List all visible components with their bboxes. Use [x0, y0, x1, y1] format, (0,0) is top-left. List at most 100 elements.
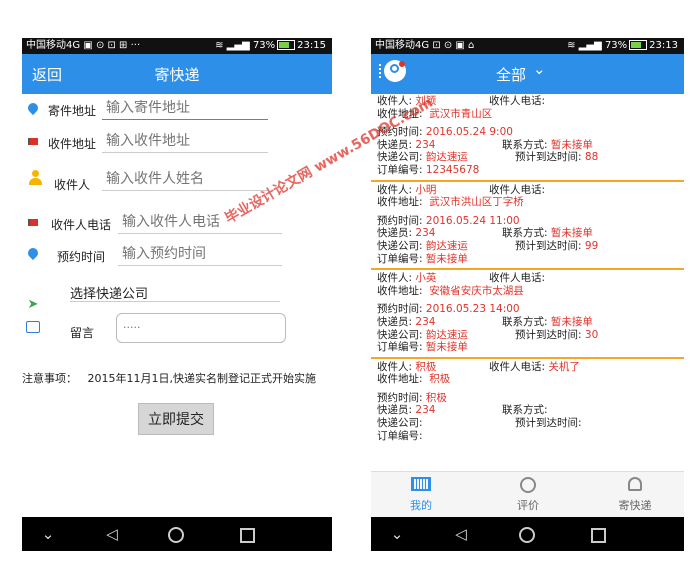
receiver-phone: 关机了 — [548, 360, 580, 373]
carrier-label: 中国移动4G — [26, 40, 81, 51]
eta-label: 预计到达时间: — [515, 417, 582, 430]
order-card[interactable]: 收件人: 小英 收件人电话: 收件地址: 安徽省安庆市太湖县 预约时间: 2016.… — [371, 271, 684, 356]
app-bar: 全部 ⌄ — [371, 54, 684, 94]
tab-label: 我的 — [410, 499, 432, 512]
receiver-name: 小英 — [415, 272, 437, 285]
tab-send-express[interactable]: 寄快递 — [595, 472, 675, 517]
image-icon — [24, 318, 42, 336]
sender-address-input[interactable] — [102, 98, 268, 120]
receiver-name-input[interactable] — [102, 169, 268, 191]
notice-text: 2015年11月1日,快递实名制登记正式开始实施 — [87, 372, 317, 385]
receiver-phone-label: 收件人电话: — [489, 272, 546, 285]
appointment-time-input[interactable] — [118, 244, 282, 266]
appointment-time: 2016.05.24 9:00 — [425, 126, 513, 139]
carrier-label: 中国移动4G — [375, 40, 430, 51]
phone-screen-send-express: 中国移动4G ▣ ⊙ ⊡ ⊞ ··· ≋ ▂▄▆ 73% 23:15 返回 寄快递… — [22, 38, 332, 551]
order-number-label: 订单编号: — [377, 252, 423, 265]
order-number: 暂未接单 — [425, 252, 468, 265]
receiver-label: 收件人: — [377, 272, 413, 285]
chevron-down-icon[interactable]: ⌄ — [533, 60, 546, 78]
barcode-icon — [381, 477, 461, 495]
avatar-icon[interactable] — [384, 60, 406, 82]
flag-icon — [24, 132, 42, 150]
receiver-address-label: 收件地址 — [48, 137, 97, 151]
appointment-label: 预约时间: — [377, 214, 423, 227]
battery-percent: 73% — [252, 40, 276, 51]
back-triangle-icon[interactable]: ◁ — [441, 517, 481, 551]
filter-title[interactable]: 全部 — [496, 64, 526, 85]
receiver-label: 收件人: — [377, 360, 413, 373]
order-card[interactable]: 收件人: 刘颖 收件人电话: 收件地址: 武汉市青山区 预约时间: 2016.05.… — [371, 94, 684, 179]
receiver-address-label: 收件地址: — [377, 107, 423, 120]
recents-icon[interactable] — [591, 528, 606, 543]
divider — [371, 268, 684, 271]
battery-percent: 73% — [604, 40, 628, 51]
order-card[interactable]: 收件人: 积极 收件人电话: 关机了 收件地址: 积极 预约时间: 积极 快递员: 23… — [371, 360, 684, 445]
notice-label: 注意事项： — [22, 372, 77, 385]
company-label: 快递公司: — [377, 328, 423, 341]
contact-label: 联系方式: — [502, 138, 548, 151]
order-number: 12345678 — [425, 163, 480, 176]
location-pin-icon — [24, 100, 42, 118]
tab-review[interactable]: 评价 — [488, 472, 568, 517]
signal-icon: ▂▄▆ — [226, 40, 250, 51]
receiver-name: 刘颖 — [415, 95, 437, 107]
back-triangle-icon[interactable]: ◁ — [92, 517, 132, 551]
eta-value: 99 — [584, 239, 599, 252]
location-pin-icon — [24, 245, 42, 263]
sender-address-label: 寄件地址 — [48, 104, 97, 118]
order-number-label: 订单编号: — [377, 429, 423, 442]
contact-value: 暂未接单 — [550, 315, 593, 328]
courier-label: 快递员: — [377, 404, 413, 417]
receiver-address-input[interactable] — [102, 131, 268, 153]
message-input[interactable] — [116, 313, 286, 343]
courier-label: 快递员: — [377, 227, 413, 240]
courier-label: 快递员: — [377, 315, 413, 328]
receiver-name-label: 收件人 — [54, 178, 91, 192]
courier-id: 234 — [415, 404, 436, 417]
receiver-phone-label: 收件人电话 — [51, 218, 112, 232]
receiver-label: 收件人: — [377, 95, 413, 107]
search-icon — [488, 477, 568, 495]
contact-value: 暂未接单 — [550, 138, 593, 151]
home-icon[interactable] — [519, 527, 535, 543]
status-bar: 中国移动4G ▣ ⊙ ⊡ ⊞ ··· ≋ ▂▄▆ 73% 23:15 — [22, 38, 332, 54]
home-icon[interactable] — [168, 527, 184, 543]
recents-icon[interactable] — [240, 528, 255, 543]
wifi-icon: ≋ — [215, 40, 224, 51]
receiver-phone-input[interactable] — [118, 212, 282, 234]
company-value: 韵达速运 — [425, 239, 468, 252]
chevron-down-icon[interactable]: ⌄ — [28, 517, 68, 551]
wifi-icon: ≋ — [567, 40, 576, 51]
company-value: 韵达速运 — [425, 151, 468, 164]
courier-id: 234 — [415, 227, 436, 240]
company-value: 韵达速运 — [425, 328, 468, 341]
order-list[interactable]: 收件人: 刘颖 收件人电话: 收件地址: 武汉市青山区 预约时间: 2016.05.… — [371, 94, 684, 478]
order-card[interactable]: 收件人: 小明 收件人电话: 收件地址: 武汉市洪山区丁字桥 预约时间: 2016.… — [371, 183, 684, 268]
courier-icon — [595, 477, 675, 495]
battery-icon — [629, 40, 648, 50]
send-icon: ➤ — [27, 297, 39, 312]
appointment-label: 预约时间: — [377, 303, 423, 316]
receiver-address: 积极 — [429, 373, 451, 386]
appointment-time-label: 预约时间 — [57, 250, 106, 264]
status-bar: 中国移动4G ⊡ ⊙ ▣ ⌂ ≋ ▂▄▆ 73% 23:13 — [371, 38, 684, 54]
system-nav-bar: ⌄ ◁ — [371, 517, 684, 551]
order-number: 暂未接单 — [425, 341, 468, 354]
chevron-down-icon[interactable]: ⌄ — [377, 517, 417, 551]
tab-mine[interactable]: 我的 — [381, 472, 461, 517]
eta-value: 30 — [584, 328, 599, 341]
receiver-address-label: 收件地址: — [377, 196, 423, 209]
company-select[interactable]: 选择快递公司 — [70, 283, 148, 302]
courier-id: 234 — [415, 138, 436, 151]
contact-value: 暂未接单 — [550, 227, 593, 240]
clock: 23:15 — [297, 40, 326, 51]
receiver-address: 安徽省安庆市太湖县 — [429, 284, 524, 297]
submit-button[interactable]: 立即提交 — [138, 403, 214, 435]
tab-label: 寄快递 — [618, 499, 652, 512]
status-icons: ⊡ ⊙ ▣ ⌂ — [432, 40, 475, 51]
receiver-phone-label: 收件人电话: — [489, 95, 546, 107]
battery-icon — [277, 40, 296, 50]
contact-label: 联系方式: — [502, 404, 548, 417]
clock: 23:13 — [649, 40, 678, 51]
